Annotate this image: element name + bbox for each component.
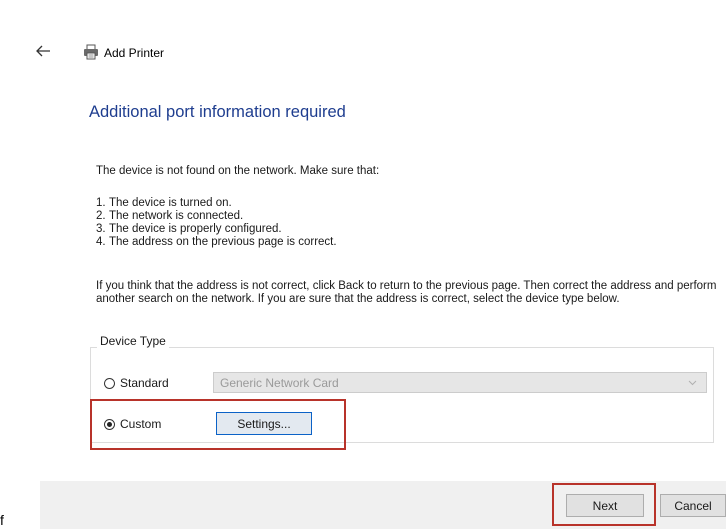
chevron-down-icon xyxy=(688,380,697,386)
custom-radio[interactable]: Custom xyxy=(104,417,161,431)
standard-device-select: Generic Network Card xyxy=(213,372,707,393)
list-item: 4. The address on the previous page is c… xyxy=(96,236,337,249)
back-arrow-icon[interactable] xyxy=(34,42,52,60)
step-number: 4. xyxy=(96,236,106,248)
radio-circle-icon[interactable] xyxy=(104,377,115,389)
list-item: 1. The device is turned on. xyxy=(96,197,337,210)
step-text: The device is properly configured. xyxy=(109,223,282,235)
list-item: 3. The device is properly configured. xyxy=(96,223,337,236)
device-type-group xyxy=(90,347,714,443)
printer-icon xyxy=(84,44,98,60)
custom-radio-label: Custom xyxy=(120,417,162,431)
device-type-label: Device Type xyxy=(97,334,169,348)
cancel-button[interactable]: Cancel xyxy=(660,494,726,517)
steps-list: 1. The device is turned on. 2. The netwo… xyxy=(96,197,337,249)
step-text: The network is connected. xyxy=(109,210,244,222)
standard-radio-label: Standard xyxy=(120,376,169,390)
radio-selected-icon[interactable] xyxy=(104,418,115,430)
stray-letter: f xyxy=(0,512,4,528)
step-number: 2. xyxy=(96,210,106,222)
intro-text: The device is not found on the network. … xyxy=(96,165,380,177)
settings-button[interactable]: Settings... xyxy=(216,412,312,435)
select-value: Generic Network Card xyxy=(220,375,339,390)
step-number: 3. xyxy=(96,223,106,235)
instructions-paragraph: If you think that the address is not cor… xyxy=(96,280,717,305)
standard-radio[interactable]: Standard xyxy=(104,376,169,390)
page-heading: Additional port information required xyxy=(89,103,346,121)
step-text: The address on the previous page is corr… xyxy=(109,236,337,248)
step-number: 1. xyxy=(96,197,106,209)
list-item: 2. The network is connected. xyxy=(96,210,337,223)
next-button[interactable]: Next xyxy=(566,494,644,517)
window-title: Add Printer xyxy=(104,46,165,60)
step-text: The device is turned on. xyxy=(109,197,232,209)
